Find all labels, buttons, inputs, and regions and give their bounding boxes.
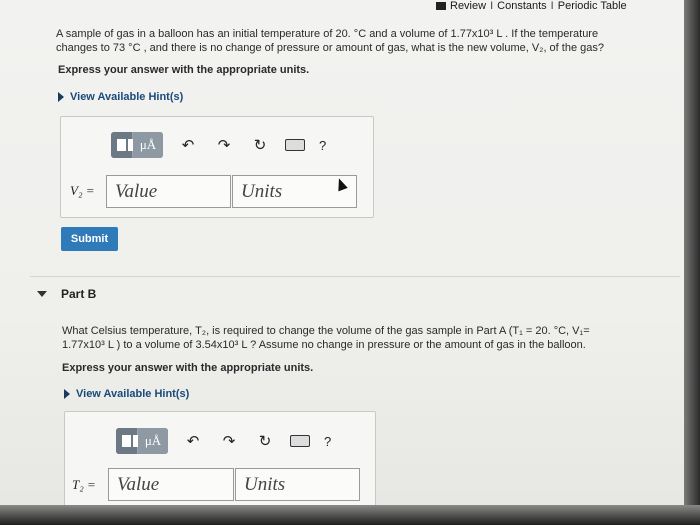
separator: I	[550, 0, 554, 12]
part-b-hint-label: View Available Hint(s)	[76, 388, 190, 400]
review-icon	[436, 2, 446, 10]
part-a-express: Express your answer with the appropriate…	[58, 64, 310, 76]
separator: I	[490, 0, 494, 12]
units-button[interactable]: μÅ	[133, 132, 163, 158]
part-b-question: What Celsius temperature, T₂, is require…	[62, 324, 662, 352]
help-button[interactable]: ?	[324, 434, 331, 449]
periodic-table-link[interactable]: Periodic Table	[558, 0, 627, 12]
section-divider	[30, 276, 680, 277]
templates-button[interactable]	[111, 132, 133, 158]
redo-button[interactable]: ↷	[218, 430, 240, 452]
undo-button[interactable]: ↶	[177, 134, 199, 156]
part-b-value-input[interactable]: Value	[108, 468, 234, 501]
undo-button[interactable]: ↶	[182, 430, 204, 452]
part-b-express: Express your answer with the appropriate…	[62, 362, 314, 374]
monitor-edge-right	[684, 0, 700, 525]
part-b-hint-toggle[interactable]: View Available Hint(s)	[64, 388, 189, 400]
keyboard-icon[interactable]	[285, 139, 305, 151]
constants-link[interactable]: Constants	[497, 0, 547, 12]
collapse-triangle-icon[interactable]	[37, 291, 47, 297]
part-a-toolbar: μÅ ↶ ↷ ↻ ?	[111, 132, 326, 158]
expand-triangle-icon	[58, 92, 64, 102]
part-b-toolbar: μÅ ↶ ↷ ↻ ?	[116, 428, 331, 454]
template-group: μÅ	[116, 428, 168, 454]
part-a-variable-label: V₂ =	[70, 183, 95, 198]
redo-button[interactable]: ↷	[213, 134, 235, 156]
part-a-question-line-1: A sample of gas in a balloon has an init…	[56, 28, 599, 40]
part-a-question: A sample of gas in a balloon has an init…	[56, 27, 656, 55]
help-button[interactable]: ?	[319, 138, 326, 153]
review-link[interactable]: Review	[450, 0, 486, 12]
units-button[interactable]: μÅ	[138, 428, 168, 454]
resource-links: Review I Constants I Periodic Table	[436, 0, 627, 12]
part-b-question-line-2: 1.77x10³ L ) to a volume of 3.54x10³ L ?…	[62, 339, 586, 351]
part-b-units-input[interactable]: Units	[235, 468, 360, 501]
part-a-value-input[interactable]: Value	[106, 175, 231, 208]
part-b-question-line-1: What Celsius temperature, T₂, is require…	[62, 325, 590, 337]
reset-button[interactable]: ↻	[249, 134, 271, 156]
reset-button[interactable]: ↻	[254, 430, 276, 452]
monitor-edge-bottom	[0, 505, 700, 525]
keyboard-icon[interactable]	[290, 435, 310, 447]
part-b-variable-label: T₂ =	[72, 477, 96, 492]
part-a-question-line-2: changes to 73 °C , and there is no chang…	[56, 42, 604, 54]
templates-button[interactable]	[116, 428, 138, 454]
part-a-hint-label: View Available Hint(s)	[70, 91, 184, 103]
templates-icon	[122, 435, 138, 447]
part-a-submit-button[interactable]: Submit	[61, 227, 118, 251]
templates-icon	[117, 139, 133, 151]
part-b-title: Part B	[61, 287, 97, 301]
part-a-hint-toggle[interactable]: View Available Hint(s)	[58, 91, 183, 103]
expand-triangle-icon	[64, 389, 70, 399]
template-group: μÅ	[111, 132, 163, 158]
